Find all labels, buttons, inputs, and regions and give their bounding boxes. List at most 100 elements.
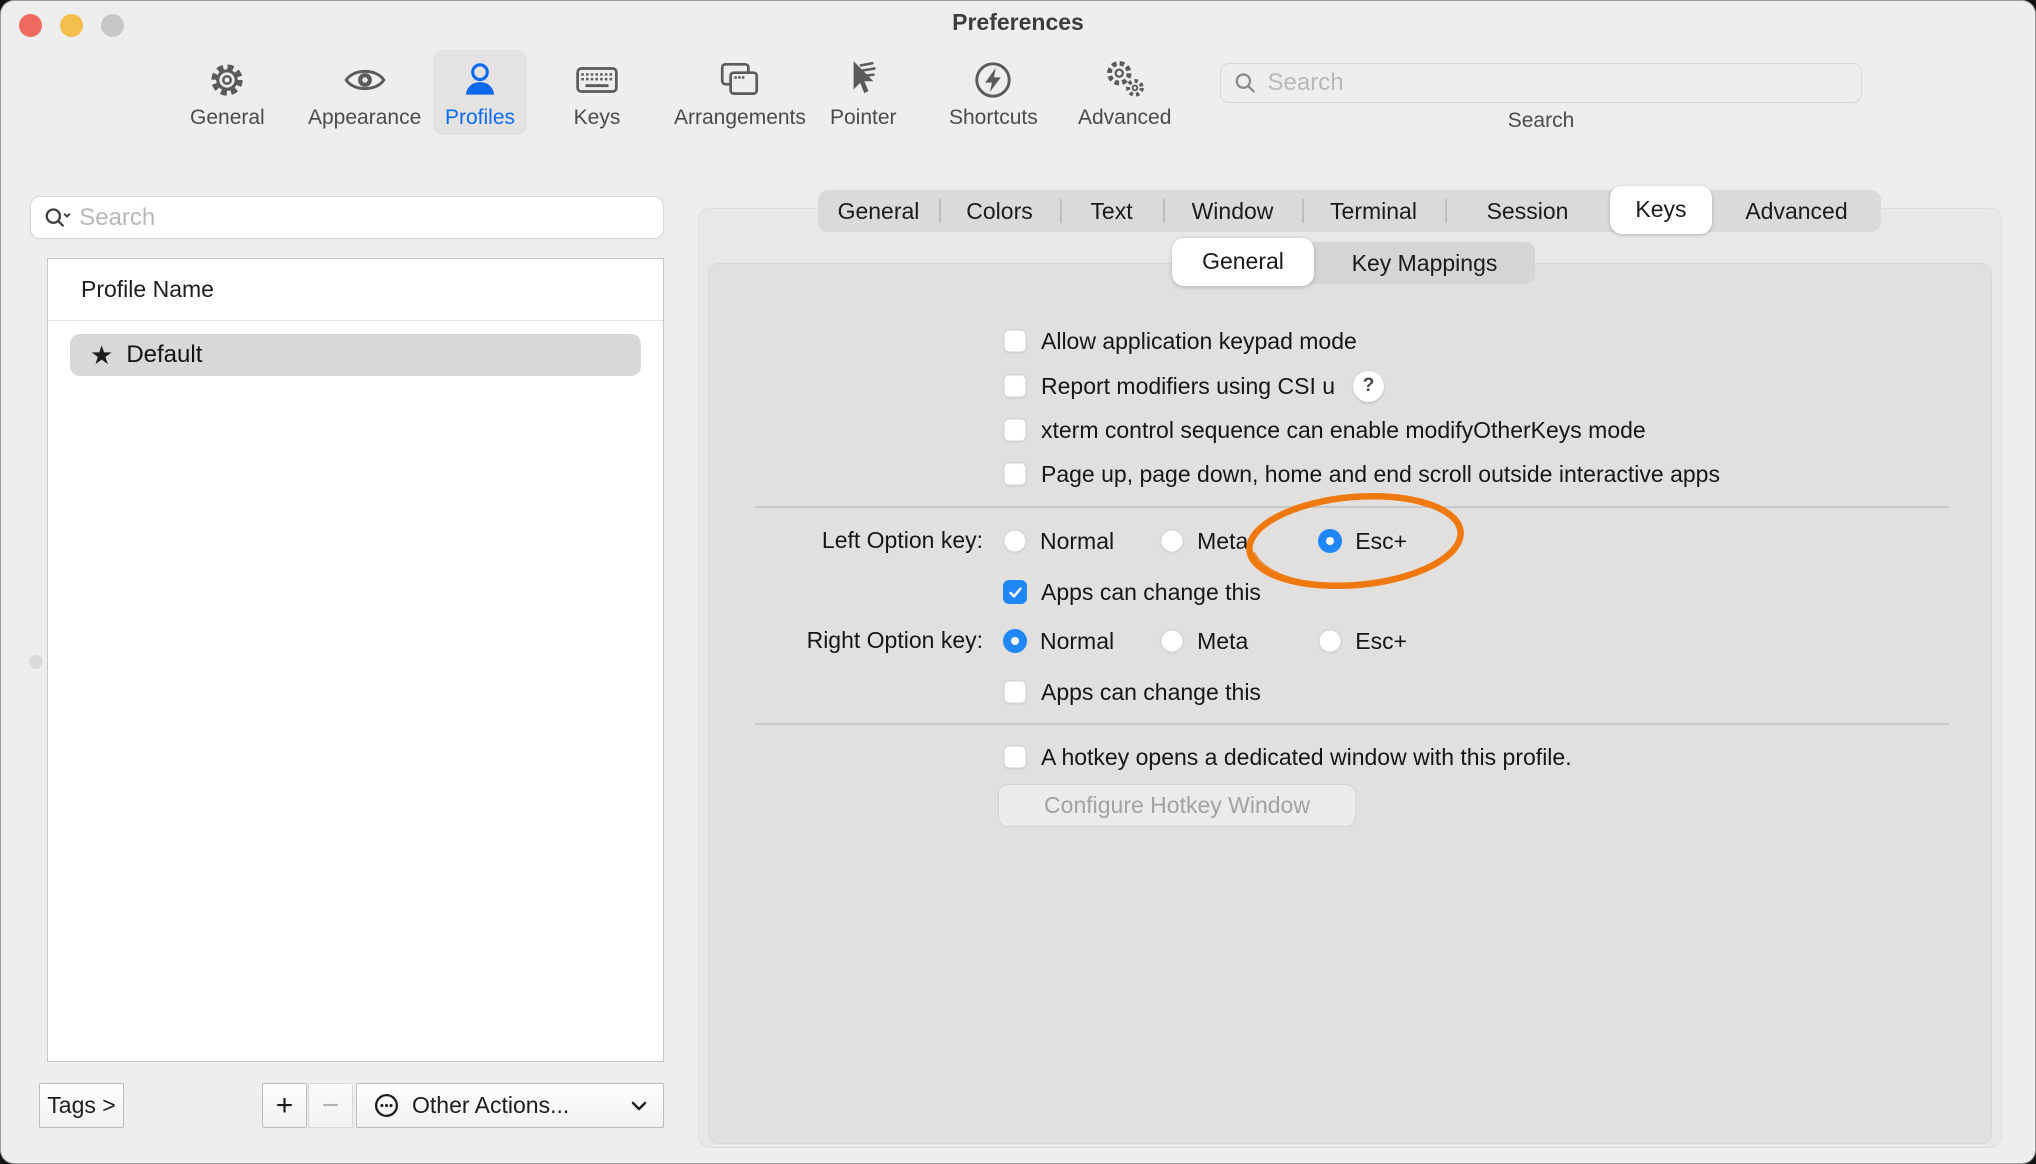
toolbar-item-keys[interactable]: Keys bbox=[561, 50, 633, 135]
tab-advanced[interactable]: Advanced bbox=[1712, 190, 1881, 232]
toolbar-item-arrangements[interactable]: Arrangements bbox=[662, 50, 818, 135]
checkbox-row-modifyotherkeys[interactable]: xterm control sequence can enable modify… bbox=[1003, 413, 1646, 447]
subtab-key-mappings[interactable]: Key Mappings bbox=[1314, 242, 1535, 284]
divider bbox=[755, 506, 1949, 508]
tab-session[interactable]: Session bbox=[1445, 190, 1610, 232]
toolbar-search-field[interactable] bbox=[1220, 63, 1862, 103]
checkbox-unchecked[interactable] bbox=[1003, 680, 1027, 704]
help-button[interactable]: ? bbox=[1353, 371, 1384, 402]
checkbox-label: A hotkey opens a dedicated window with t… bbox=[1041, 744, 1572, 771]
radio-option-meta[interactable]: Meta bbox=[1160, 628, 1248, 655]
toolbar-label: Profiles bbox=[445, 106, 515, 130]
checkbox-unchecked[interactable] bbox=[1003, 745, 1027, 769]
toolbar-search-input[interactable] bbox=[1268, 69, 1849, 97]
toolbar-item-advanced[interactable]: Advanced bbox=[1066, 50, 1183, 135]
windows-icon bbox=[716, 56, 764, 104]
profile-search-field[interactable] bbox=[30, 196, 664, 239]
toolbar-item-general[interactable]: General bbox=[178, 50, 277, 135]
toolbar-label: Keys bbox=[574, 106, 621, 130]
radio-selected[interactable] bbox=[1003, 629, 1027, 653]
remove-profile-button[interactable]: − bbox=[308, 1083, 353, 1128]
left-apps-can-change-row[interactable]: Apps can change this bbox=[1003, 575, 1261, 609]
add-profile-button[interactable]: + bbox=[262, 1083, 307, 1128]
checkbox-row-csi-u[interactable]: Report modifiers using CSI u ? bbox=[1003, 369, 1384, 403]
radio-unselected[interactable] bbox=[1318, 629, 1342, 653]
gears-icon bbox=[1101, 56, 1149, 104]
toolbar-item-profiles[interactable]: Profiles bbox=[433, 50, 527, 135]
tab-text[interactable]: Text bbox=[1060, 190, 1163, 232]
checkbox-row-scroll-outside[interactable]: Page up, page down, home and end scroll … bbox=[1003, 457, 1720, 491]
checkbox-label: Apps can change this bbox=[1041, 679, 1261, 706]
radio-unselected[interactable] bbox=[1160, 629, 1184, 653]
checkbox-label: xterm control sequence can enable modify… bbox=[1041, 417, 1646, 444]
eye-icon bbox=[341, 56, 389, 104]
tab-window[interactable]: Window bbox=[1163, 190, 1302, 232]
toolbar-label: General bbox=[190, 106, 265, 130]
toolbar-search-caption: Search bbox=[1220, 109, 1862, 133]
radio-option-normal[interactable]: Normal bbox=[1003, 628, 1114, 655]
gear-icon bbox=[203, 56, 251, 104]
divider bbox=[755, 723, 1949, 725]
toolbar-label: Shortcuts bbox=[949, 106, 1038, 130]
checkbox-unchecked[interactable] bbox=[1003, 374, 1027, 398]
right-apps-can-change-row[interactable]: Apps can change this bbox=[1003, 675, 1261, 709]
checkbox-label: Page up, page down, home and end scroll … bbox=[1041, 461, 1720, 488]
toolbar-label: Pointer bbox=[830, 106, 897, 130]
search-icon bbox=[1233, 70, 1258, 96]
radio-option-esc[interactable]: Esc+ bbox=[1318, 628, 1407, 655]
keys-subtab-bar: General Key Mappings bbox=[1172, 242, 1535, 284]
tags-button-label: Tags > bbox=[47, 1092, 115, 1119]
keyboard-icon bbox=[573, 56, 621, 104]
toolbar-label: Arrangements bbox=[674, 106, 806, 130]
tab-keys[interactable]: Keys bbox=[1610, 186, 1712, 234]
radio-unselected[interactable] bbox=[1160, 529, 1184, 553]
checkbox-checked[interactable] bbox=[1003, 580, 1027, 604]
person-icon bbox=[456, 56, 504, 104]
checkbox-unchecked[interactable] bbox=[1003, 329, 1027, 353]
radio-unselected[interactable] bbox=[1003, 529, 1027, 553]
tab-terminal[interactable]: Terminal bbox=[1302, 190, 1445, 232]
checkbox-label: Apps can change this bbox=[1041, 579, 1261, 606]
preferences-window: Preferences General Appearance bbox=[0, 0, 2036, 1164]
toolbar-label: Appearance bbox=[308, 106, 421, 130]
splitter-handle-dot bbox=[29, 655, 43, 669]
tags-button[interactable]: Tags > bbox=[39, 1083, 124, 1128]
checkbox-row-keypad[interactable]: Allow application keypad mode bbox=[1003, 324, 1357, 358]
profile-tab-bar: General Colors Text Window Terminal Sess… bbox=[818, 190, 1881, 232]
checkbox-unchecked[interactable] bbox=[1003, 462, 1027, 486]
profile-search-input[interactable] bbox=[79, 204, 651, 232]
checkmark-icon bbox=[1007, 584, 1024, 601]
right-option-radio-group: Normal Meta Esc+ bbox=[1003, 624, 1407, 658]
toolbar-label: Advanced bbox=[1078, 106, 1171, 130]
window-title: Preferences bbox=[0, 9, 2036, 36]
profile-name: Default bbox=[126, 341, 202, 369]
toolbar-item-appearance[interactable]: Appearance bbox=[296, 50, 433, 135]
profile-list-header: Profile Name bbox=[48, 259, 663, 321]
star-icon: ★ bbox=[90, 342, 113, 368]
left-option-radio-group: Normal Meta Esc+ bbox=[1003, 524, 1407, 558]
radio-selected[interactable] bbox=[1318, 529, 1342, 553]
chevron-down-icon bbox=[631, 1101, 647, 1111]
search-scope-icon bbox=[43, 205, 71, 231]
cursor-icon bbox=[839, 56, 887, 104]
configure-hotkey-window-button[interactable]: Configure Hotkey Window bbox=[998, 784, 1356, 827]
checkbox-label: Allow application keypad mode bbox=[1041, 328, 1357, 355]
checkbox-unchecked[interactable] bbox=[1003, 418, 1027, 442]
profile-row-default[interactable]: ★ Default bbox=[70, 334, 641, 376]
tab-general[interactable]: General bbox=[818, 190, 939, 232]
checkbox-label: Report modifiers using CSI u bbox=[1041, 373, 1335, 400]
toolbar-item-pointer[interactable]: Pointer bbox=[818, 50, 909, 135]
radio-option-meta[interactable]: Meta bbox=[1160, 528, 1248, 555]
toolbar-item-shortcuts[interactable]: Shortcuts bbox=[937, 50, 1050, 135]
other-actions-label: Other Actions... bbox=[412, 1092, 569, 1119]
subtab-general[interactable]: General bbox=[1172, 238, 1314, 286]
radio-option-esc[interactable]: Esc+ bbox=[1318, 528, 1407, 555]
hotkey-checkbox-row[interactable]: A hotkey opens a dedicated window with t… bbox=[1003, 740, 1572, 774]
plus-icon: + bbox=[276, 1089, 294, 1123]
radio-option-normal[interactable]: Normal bbox=[1003, 528, 1114, 555]
left-option-key-label: Left Option key: bbox=[755, 527, 983, 554]
tab-colors[interactable]: Colors bbox=[939, 190, 1060, 232]
other-actions-dropdown[interactable]: Other Actions... bbox=[356, 1083, 664, 1128]
right-option-key-label: Right Option key: bbox=[755, 627, 983, 654]
profile-list: Profile Name ★ Default bbox=[47, 258, 664, 1062]
